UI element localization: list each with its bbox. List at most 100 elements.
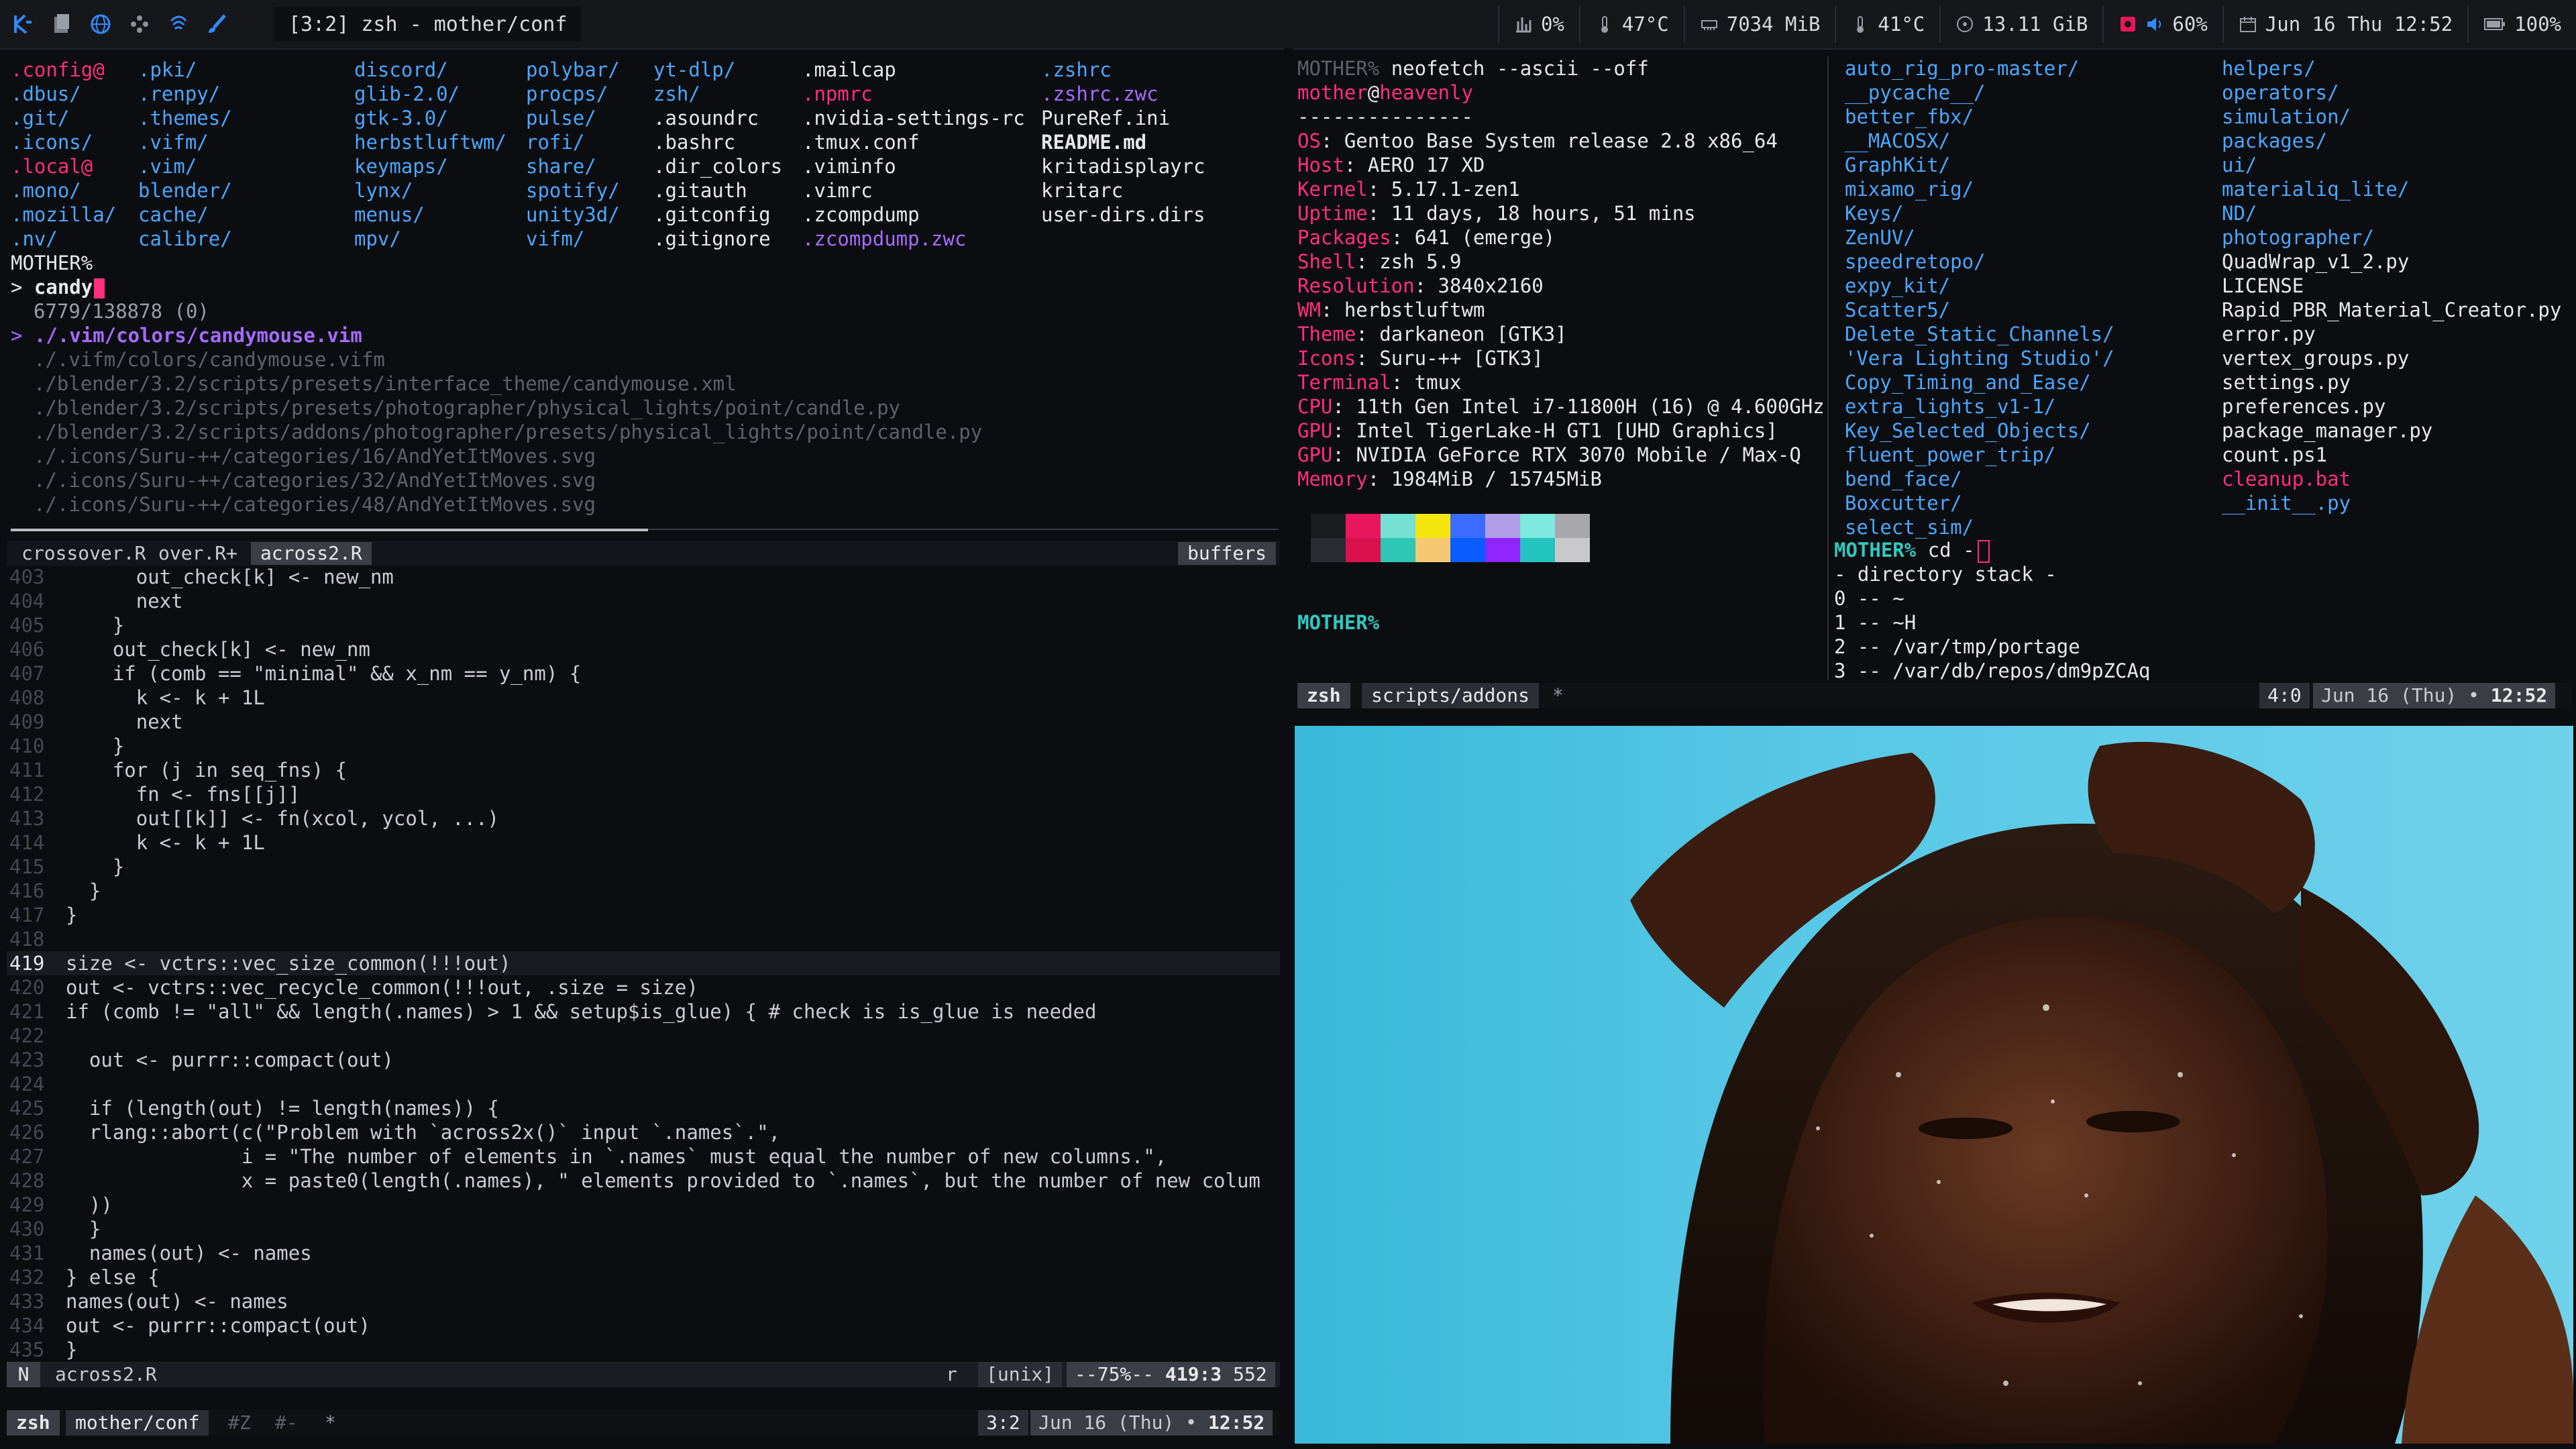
code-line[interactable]: 416 } (7, 879, 1280, 903)
dir-entry[interactable]: bend_face/ (1845, 467, 2114, 491)
dir-entry[interactable]: expy_kit/ (1845, 274, 2114, 298)
code-line[interactable]: 409 next (7, 710, 1280, 734)
ls-entry[interactable]: .asoundrc (653, 106, 782, 130)
dir-entry[interactable]: select_sim/ (1845, 515, 2114, 539)
ls-entry[interactable]: polybar/ (526, 58, 620, 82)
code-line[interactable]: 421 if (comb != "all" && length(.names) >… (7, 1000, 1280, 1024)
dir-entry[interactable]: photographer/ (2222, 225, 2561, 250)
ls-entry[interactable]: blender/ (138, 178, 232, 203)
code-line[interactable]: 410 } (7, 734, 1280, 758)
dir-entry[interactable]: extra_lights_v1-1/ (1845, 394, 2114, 419)
tmux-session[interactable]: zsh (7, 1410, 60, 1436)
ls-entry[interactable]: .zshrc.zwc (1041, 82, 1205, 106)
dir-entry[interactable]: count.ps1 (2222, 443, 2561, 467)
ls-entry[interactable]: procps/ (526, 82, 620, 106)
dir-entry[interactable]: Scatter5/ (1845, 298, 2114, 322)
ls-entry[interactable]: .bashrc (653, 130, 782, 154)
code-line[interactable]: 427 i = "The number of elements in `.nam… (7, 1144, 1280, 1169)
dir-entry[interactable]: simulation/ (2222, 105, 2561, 129)
ls-entry[interactable]: .dir_colors (653, 154, 782, 178)
dir-entry[interactable]: ui/ (2222, 153, 2561, 177)
dir-entry[interactable]: ZenUV/ (1845, 225, 2114, 250)
ls-entry[interactable]: .local@ (11, 154, 116, 178)
ls-entry[interactable]: .tmux.conf (802, 130, 1025, 154)
dir-entry[interactable]: __pycache__/ (1845, 80, 2114, 105)
code-line[interactable]: 412 fn <- fns[[j]] (7, 782, 1280, 806)
code-line[interactable]: 407 if (comb == "minimal" && x_nm == y_n… (7, 661, 1280, 686)
fzf-result[interactable]: ./.icons/Suru-++/categories/48/AndYetItM… (34, 492, 982, 517)
ls-entry[interactable]: gtk-3.0/ (354, 106, 506, 130)
ls-entry[interactable]: .zshrc (1041, 58, 1205, 82)
ls-entry[interactable]: .gitconfig (653, 203, 782, 227)
dir-entry[interactable]: Copy_Timing_and_Ease/ (1845, 370, 2114, 394)
ls-entry[interactable]: .git/ (11, 106, 116, 130)
dir-entry[interactable]: __MACOSX/ (1845, 129, 2114, 153)
ls-entry[interactable]: glib-2.0/ (354, 82, 506, 106)
ls-entry[interactable]: .viminfo (802, 154, 1025, 178)
dir-entry[interactable]: Delete_Static_Channels/ (1845, 322, 2114, 346)
dir-entry[interactable]: better_fbx/ (1845, 105, 2114, 129)
ls-entry[interactable]: mpv/ (354, 227, 506, 251)
tmux-window[interactable]: mother/conf (66, 1410, 209, 1436)
buffers-label[interactable]: buffers (1177, 542, 1276, 565)
code-line[interactable]: 426 rlang::abort(c("Problem with `across… (7, 1120, 1280, 1144)
ls-entry[interactable]: .nvidia-settings-rc (802, 106, 1025, 130)
left-terminal-pane[interactable]: .config@ .dbus/.git/.icons/.local@ .mono/.… (7, 58, 1281, 527)
code-line[interactable]: 431 names(out) <- names (7, 1241, 1280, 1265)
ls-entry[interactable]: .dbus/ (11, 82, 116, 106)
ls-entry[interactable]: cache/ (138, 203, 232, 227)
kde-icon[interactable] (8, 9, 38, 39)
code-line[interactable]: 433 names(out) <- names (7, 1289, 1280, 1313)
dir-entry[interactable]: Key_Selected_Objects/ (1845, 419, 2114, 443)
fzf-result[interactable]: ./.icons/Suru-++/categories/32/AndYetItM… (34, 468, 982, 492)
ls-entry[interactable]: share/ (526, 154, 620, 178)
dir-entry[interactable]: Rapid_PBR_Material_Creator.py (2222, 298, 2561, 322)
fzf-result[interactable]: ./.vifm/colors/candymouse.vifm (34, 347, 982, 372)
ls-entry[interactable]: README.md (1041, 130, 1205, 154)
ls-entry[interactable]: .npmrc (802, 82, 1025, 106)
code-line[interactable]: 432} else { (7, 1265, 1280, 1289)
fzf-result[interactable]: ./blender/3.2/scripts/presets/interface_… (34, 372, 982, 396)
ls-entry[interactable]: .icons/ (11, 130, 116, 154)
fzf-query[interactable]: > candy (11, 275, 105, 299)
ls-entry[interactable]: PureRef.ini (1041, 106, 1205, 130)
code-line[interactable]: 418 (7, 927, 1280, 951)
dir-entry[interactable]: preferences.py (2222, 394, 2561, 419)
ls-entry[interactable]: herbstluftwm/ (354, 130, 506, 154)
neofetch-pane[interactable]: MOTHER% neofetch --ascii --off mother@he… (1297, 56, 1827, 674)
dir-entry[interactable]: operators/ (2222, 80, 2561, 105)
vpn-icon[interactable] (164, 9, 193, 39)
code-line[interactable]: 435} (7, 1338, 1280, 1362)
tab-over[interactable]: over.R+ (158, 541, 237, 566)
volume-icon[interactable] (2145, 15, 2164, 34)
ls-entry[interactable]: lynx/ (354, 178, 506, 203)
dir-entry[interactable]: QuadWrap_v1_2.py (2222, 250, 2561, 274)
ls-entry[interactable]: .gitauth (653, 178, 782, 203)
ls-entry[interactable]: .mozilla/ (11, 203, 116, 227)
ls-entry[interactable]: kritarc (1041, 178, 1205, 203)
code-line[interactable]: 428 x = paste0(length(.names), " element… (7, 1169, 1280, 1193)
ls-entry[interactable]: .zcompdump (802, 203, 1025, 227)
volume-stat[interactable]: 60% (2102, 5, 2222, 43)
ls-entry[interactable]: .gitignore (653, 227, 782, 251)
ls-entry[interactable]: discord/ (354, 58, 506, 82)
ls-entry[interactable]: rofi/ (526, 130, 620, 154)
directory-pane[interactable]: auto_rig_pro-master/__pycache__/better_f… (1834, 56, 2572, 680)
dir-entry[interactable]: fluent_power_trip/ (1845, 443, 2114, 467)
ls-entry[interactable]: .vimrc (802, 178, 1025, 203)
dir-entry[interactable]: mixamo_rig/ (1845, 177, 2114, 201)
code-line[interactable]: 414 k <- k + 1L (7, 830, 1280, 855)
ls-entry[interactable]: .vim/ (138, 154, 232, 178)
brush-icon[interactable] (203, 9, 232, 39)
ls-entry[interactable]: unity3d/ (526, 203, 620, 227)
code-line[interactable]: 419 size <- vctrs::vec_size_common(!!!out… (7, 951, 1280, 975)
dir-entry[interactable]: 'Vera Lighting Studio'/ (1845, 346, 2114, 370)
dir-entry[interactable]: helpers/ (2222, 56, 2561, 80)
tab-across2[interactable]: across2.R (251, 542, 372, 565)
code-line[interactable]: 430 } (7, 1217, 1280, 1241)
ls-entry[interactable]: user-dirs.dirs (1041, 203, 1205, 227)
ls-entry[interactable]: .zcompdump.zwc (802, 227, 1025, 251)
tmux-session[interactable]: zsh (1297, 683, 1350, 708)
code-line[interactable]: 424 (7, 1072, 1280, 1096)
dir-entry[interactable]: Keys/ (1845, 201, 2114, 225)
